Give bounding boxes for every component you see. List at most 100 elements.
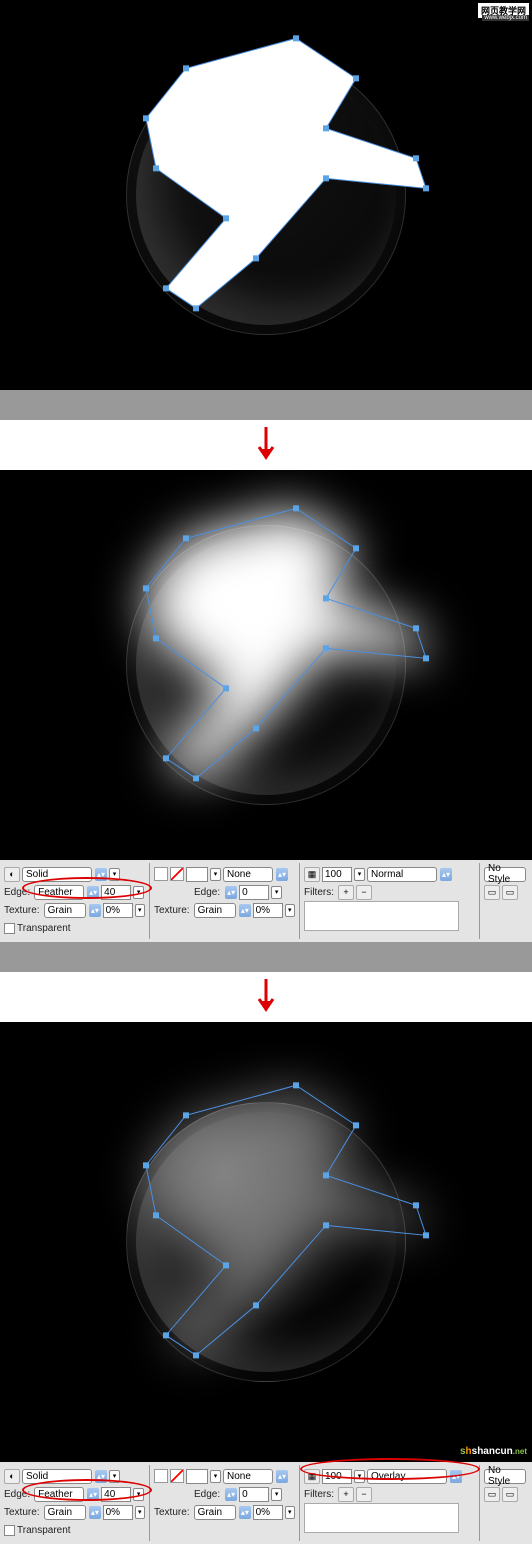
texture-label: Texture:: [4, 1507, 40, 1518]
fill-dropdown[interactable]: ▾: [109, 868, 120, 881]
opacity-input[interactable]: [322, 867, 352, 882]
fill-icon[interactable]: ◐: [4, 1469, 20, 1484]
stroke-type-select[interactable]: None: [223, 867, 273, 882]
stroke-texture-select[interactable]: Grain: [194, 903, 237, 918]
texture-amount-input[interactable]: [103, 903, 133, 918]
stroke-texture-value: Grain: [198, 1507, 222, 1518]
texture-value: Grain: [48, 905, 72, 916]
stroke-edge-dropdown[interactable]: ▾: [271, 886, 282, 899]
stroke-width-dropdown[interactable]: ▾: [210, 1470, 221, 1483]
stroke-color-swatch[interactable]: [154, 867, 168, 881]
opacity-dropdown[interactable]: ▾: [354, 1470, 365, 1483]
remove-filter-button[interactable]: −: [356, 1487, 372, 1502]
texture-dropdown[interactable]: ▾: [135, 904, 145, 917]
fill-dropdown[interactable]: ▾: [109, 1470, 120, 1483]
edge-label: Edge:: [4, 887, 30, 898]
edge-dropdown[interactable]: ▾: [133, 886, 144, 899]
fill-type-select[interactable]: Solid: [22, 1469, 92, 1484]
add-filter-button[interactable]: +: [338, 1487, 354, 1502]
edge-type-select[interactable]: Feather: [34, 885, 84, 900]
style-btn-1[interactable]: ▭: [484, 1487, 500, 1502]
fill-stepper[interactable]: ▴▾: [95, 1470, 107, 1483]
texture-label: Texture:: [4, 905, 40, 916]
stroke-type-value: None: [227, 1471, 251, 1482]
step-arrow-2: [0, 972, 532, 1022]
stroke-stepper[interactable]: ▴▾: [276, 1470, 288, 1483]
edge-amount-input[interactable]: [101, 885, 131, 900]
style-select[interactable]: No Style: [484, 867, 526, 882]
stroke-texture-stepper[interactable]: ▴▾: [239, 904, 250, 917]
texture-stepper[interactable]: ▴▾: [89, 1506, 100, 1519]
style-btn-1[interactable]: ▭: [484, 885, 500, 900]
blend-stepper[interactable]: ▴▾: [440, 868, 452, 881]
edge-type-select[interactable]: Feather: [34, 1487, 84, 1502]
stroke-texture-stepper[interactable]: ▴▾: [239, 1506, 250, 1519]
stroke-none-swatch[interactable]: [170, 1469, 184, 1483]
fill-icon[interactable]: ◐: [4, 867, 20, 882]
fill-type-select[interactable]: Solid: [22, 867, 92, 882]
opacity-dropdown[interactable]: ▾: [354, 868, 365, 881]
edge-stepper[interactable]: ▴▾: [87, 1488, 99, 1501]
remove-filter-button[interactable]: −: [356, 885, 372, 900]
stroke-edge-dropdown[interactable]: ▾: [271, 1488, 282, 1501]
edge-stepper[interactable]: ▴▾: [87, 886, 99, 899]
separator-bar: [0, 390, 532, 420]
stroke-edge-label: Edge:: [194, 887, 220, 898]
stroke-width-input[interactable]: [186, 867, 208, 882]
filters-list[interactable]: [304, 1503, 459, 1533]
vector-shape-solid[interactable]: [96, 28, 436, 331]
stroke-texture-input[interactable]: [253, 903, 283, 918]
stroke-type-select[interactable]: None: [223, 1469, 273, 1484]
texture-select[interactable]: Grain: [44, 903, 87, 918]
edge-type-value: Feather: [38, 887, 72, 898]
transparent-checkbox[interactable]: [4, 1525, 15, 1536]
style-btn-2[interactable]: ▭: [502, 1487, 518, 1502]
blend-mode-select[interactable]: Overlay: [367, 1469, 447, 1484]
stroke-texture-select[interactable]: Grain: [194, 1505, 237, 1520]
filters-label: Filters:: [304, 1489, 334, 1500]
stroke-width-dropdown[interactable]: ▾: [210, 868, 221, 881]
fill-type-value: Solid: [26, 1471, 48, 1482]
blend-mode-select[interactable]: Normal: [367, 867, 437, 882]
vector-path-outline[interactable]: [96, 498, 436, 801]
vector-path-outline[interactable]: [96, 1075, 436, 1378]
stroke-edge-input[interactable]: [239, 885, 269, 900]
opacity-icon: ▦: [304, 867, 320, 882]
edge-amount-input[interactable]: [101, 1487, 131, 1502]
stroke-texture-label: Texture:: [154, 1507, 190, 1518]
add-filter-button[interactable]: +: [338, 885, 354, 900]
stroke-texture-value: Grain: [198, 905, 222, 916]
shancun-domain: .net: [513, 1447, 527, 1456]
stroke-edge-input[interactable]: [239, 1487, 269, 1502]
fill-stepper[interactable]: ▴▾: [95, 868, 107, 881]
separator-bar: [0, 942, 532, 972]
stroke-width-input[interactable]: [186, 1469, 208, 1484]
filters-label: Filters:: [304, 887, 334, 898]
texture-stepper[interactable]: ▴▾: [89, 904, 100, 917]
edge-dropdown[interactable]: ▾: [133, 1488, 144, 1501]
edge-type-value: Feather: [38, 1489, 72, 1500]
stroke-edge-stepper[interactable]: ▴▾: [225, 1488, 237, 1501]
stroke-color-swatch[interactable]: [154, 1469, 168, 1483]
filters-list[interactable]: [304, 901, 459, 931]
stroke-texture-input[interactable]: [253, 1505, 283, 1520]
blend-stepper[interactable]: ▴▾: [450, 1470, 462, 1483]
stroke-texture-dropdown[interactable]: ▾: [285, 904, 295, 917]
style-select[interactable]: No Style: [484, 1469, 526, 1484]
stroke-stepper[interactable]: ▴▾: [276, 868, 288, 881]
stroke-edge-label: Edge:: [194, 1489, 220, 1500]
transparent-label: Transparent: [17, 923, 71, 934]
step-arrow-1: [0, 420, 532, 470]
stroke-none-swatch[interactable]: [170, 867, 184, 881]
style-btn-2[interactable]: ▭: [502, 885, 518, 900]
properties-panel-2-wrapper: ◐ Solid ▴▾ ▾ Edge: Feather ▴▾ ▾ Texture:…: [0, 1462, 532, 1544]
texture-amount-input[interactable]: [103, 1505, 133, 1520]
texture-select[interactable]: Grain: [44, 1505, 87, 1520]
edge-label: Edge:: [4, 1489, 30, 1500]
fill-type-value: Solid: [26, 869, 48, 880]
texture-dropdown[interactable]: ▾: [135, 1506, 145, 1519]
stroke-edge-stepper[interactable]: ▴▾: [225, 886, 237, 899]
stroke-texture-dropdown[interactable]: ▾: [285, 1506, 295, 1519]
transparent-checkbox[interactable]: [4, 923, 15, 934]
opacity-input[interactable]: [322, 1469, 352, 1484]
